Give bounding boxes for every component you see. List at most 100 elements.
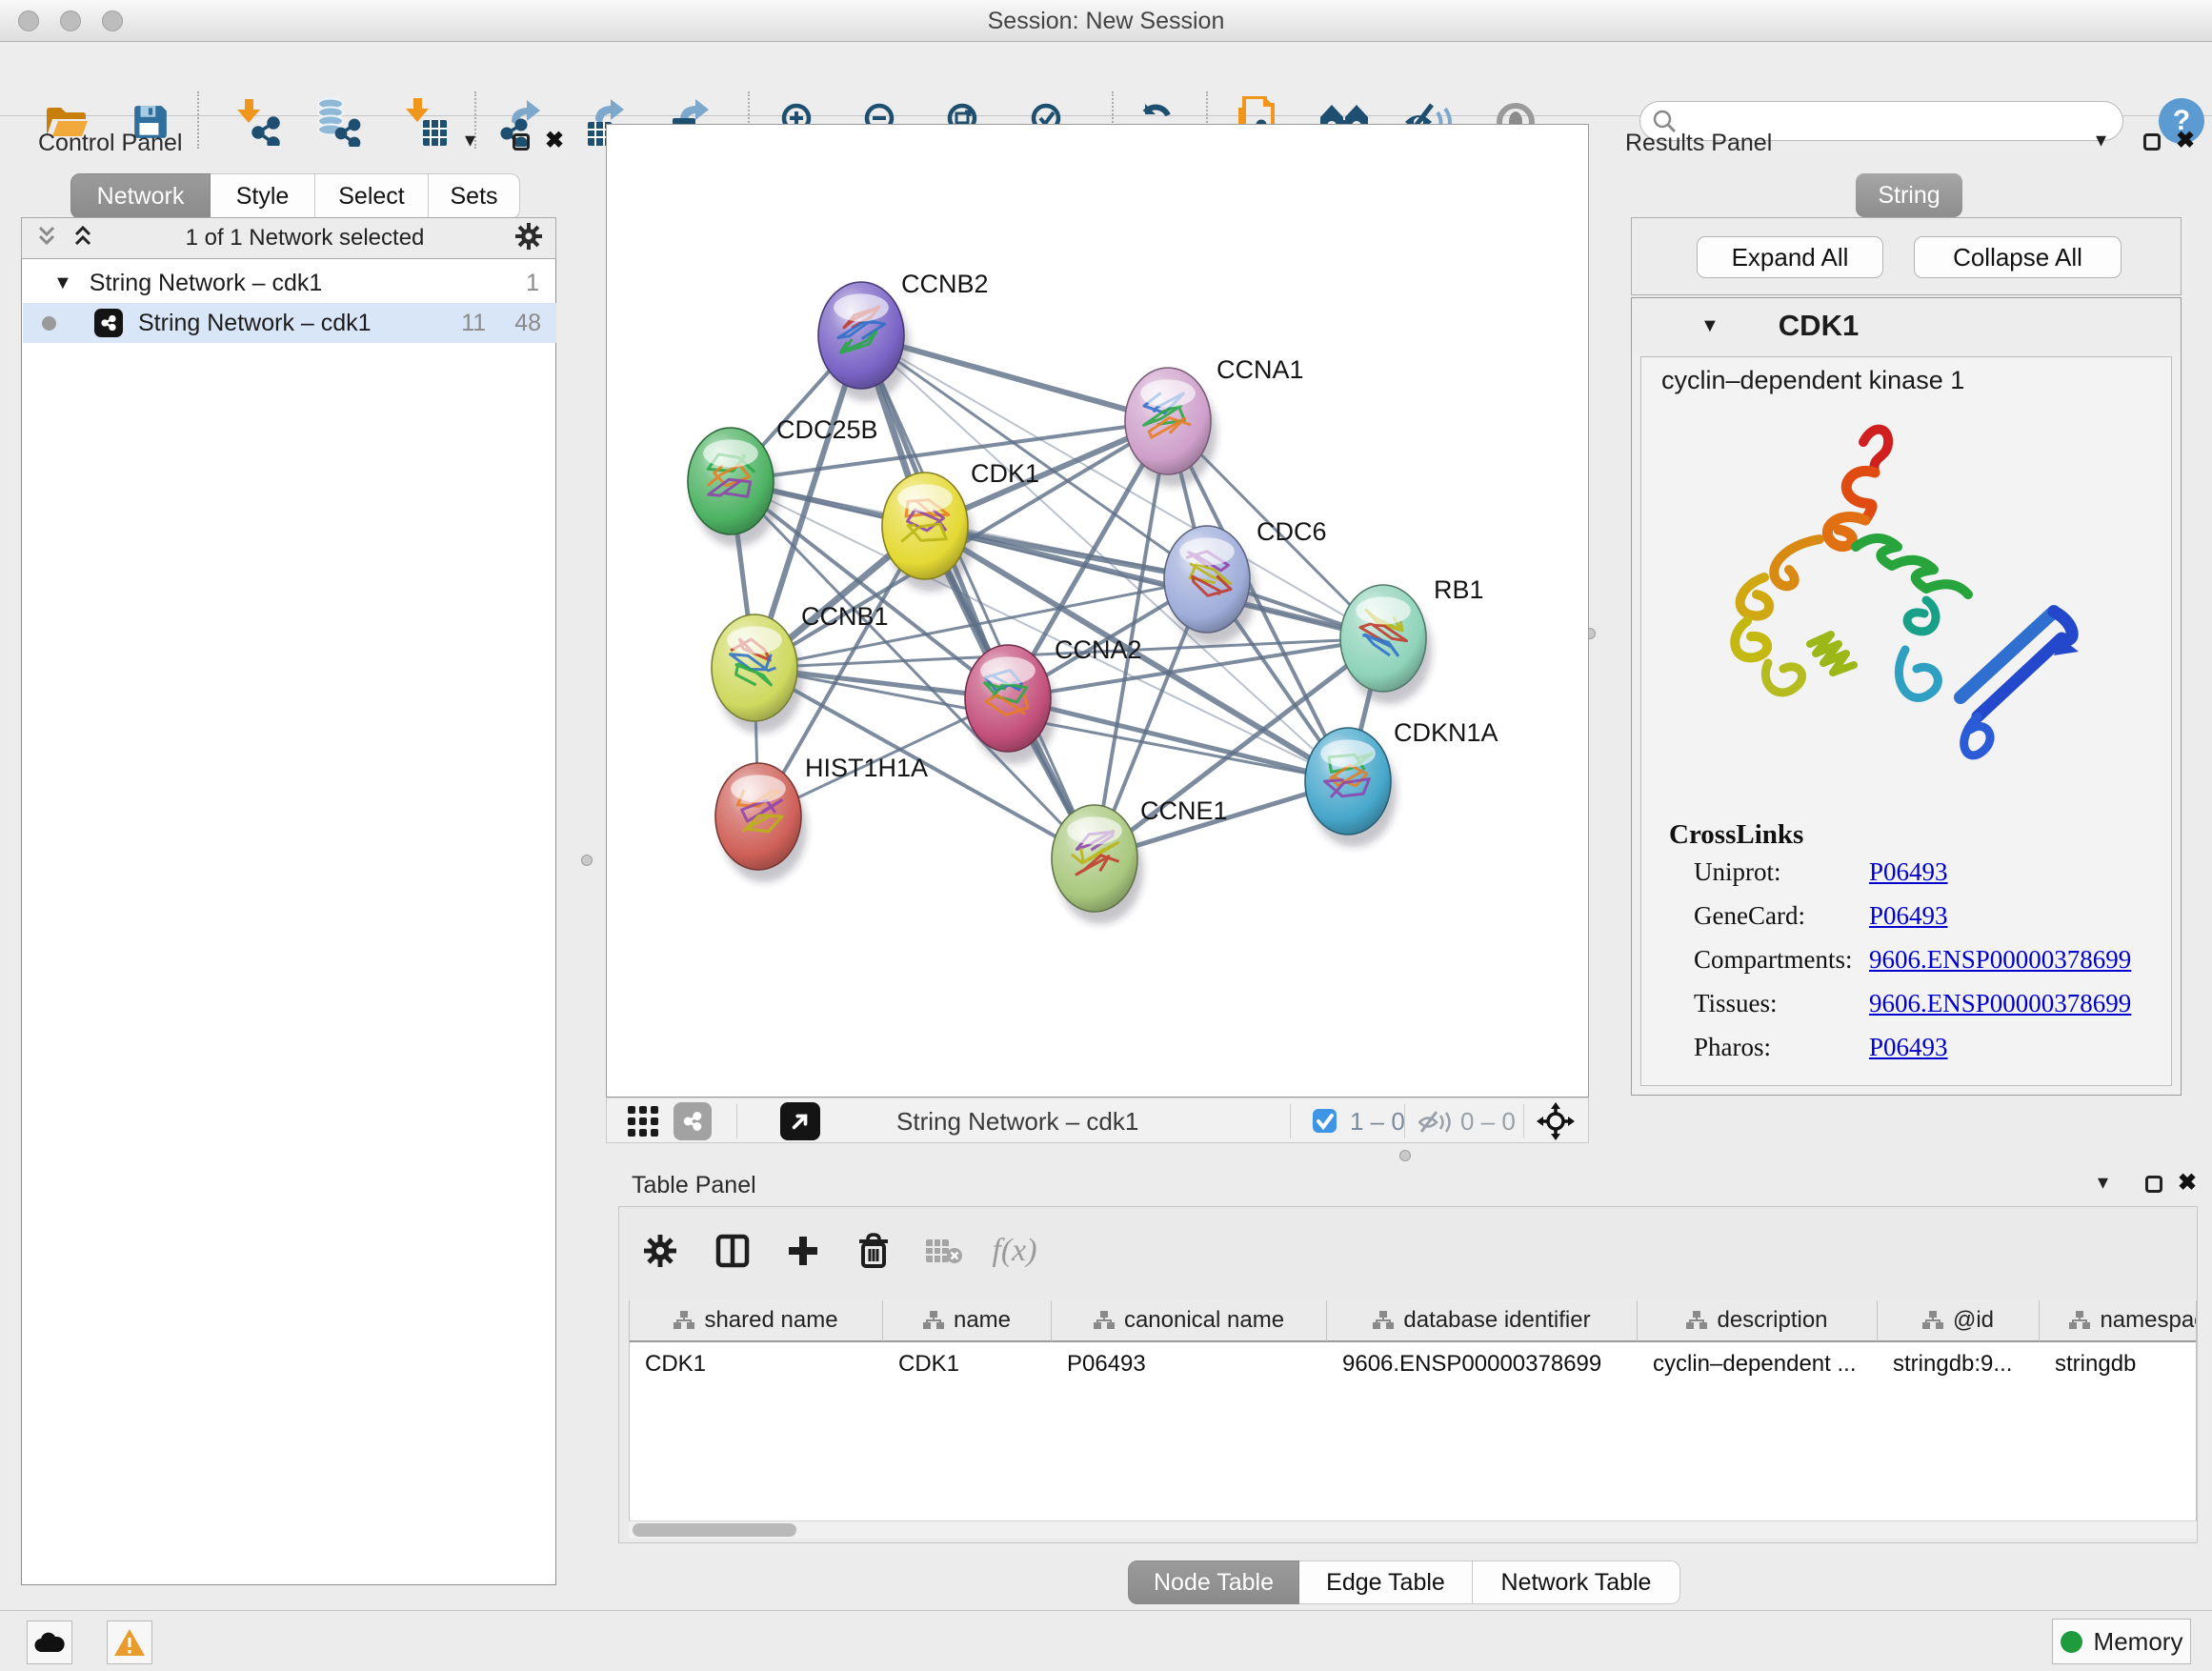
tab-node-table[interactable]: Node Table (1128, 1560, 1299, 1604)
column-header[interactable]: @id (1953, 1307, 1994, 1334)
crosslinks-title: CrossLinks (1669, 819, 1803, 851)
tab-style[interactable]: Style (211, 173, 315, 219)
bottom-splitter-handle[interactable] (1399, 1150, 1411, 1161)
open-in-window-button[interactable] (780, 1102, 820, 1140)
warnings-button[interactable] (107, 1621, 152, 1664)
show-columns-button[interactable] (709, 1227, 756, 1275)
network-birds-eye-button[interactable] (674, 1102, 712, 1140)
tab-network-table[interactable]: Network Table (1473, 1560, 1680, 1604)
function-builder-button[interactable]: f(x) (991, 1227, 1038, 1275)
table-cell[interactable]: cyclin–dependent ... (1638, 1344, 1878, 1384)
network-node-hist1h1a[interactable] (715, 763, 801, 870)
create-column-button[interactable] (779, 1227, 827, 1275)
gene-symbol: CDK1 (1779, 309, 1859, 343)
collapse-all-networks-button[interactable] (35, 225, 58, 252)
footer-separator (736, 1104, 737, 1138)
control-panel-close-button[interactable]: ✖ (545, 127, 564, 154)
gear-icon (515, 223, 542, 250)
footer-separator (1404, 1104, 1405, 1138)
network-node-cdk1[interactable] (882, 473, 968, 579)
results-tab-string[interactable]: String (1856, 173, 1962, 217)
import-network-from-database-button[interactable] (311, 95, 364, 149)
column-header[interactable]: shared name (704, 1307, 837, 1334)
crosslink-uniprot-link[interactable]: P06493 (1869, 857, 1948, 887)
node-count: 11 (461, 310, 486, 337)
left-splitter-handle[interactable] (581, 855, 593, 866)
expand-all-button[interactable]: Expand All (1697, 236, 1883, 278)
network-list-options-button[interactable] (515, 223, 542, 254)
crosslink-label: Tissues: (1694, 989, 1778, 1018)
network-node-ccna2[interactable] (965, 645, 1051, 752)
pan-mode-button[interactable] (1537, 1102, 1575, 1145)
network-node-cdkn1a[interactable] (1305, 728, 1391, 835)
column-header[interactable]: description (1717, 1307, 1827, 1334)
tab-select[interactable]: Select (315, 173, 429, 219)
float-icon (2145, 1176, 2162, 1193)
table-cell[interactable]: P06493 (1052, 1344, 1327, 1384)
table-cell[interactable]: CDK1 (883, 1344, 1052, 1384)
network-node-cdc6[interactable] (1164, 526, 1250, 633)
network-node-rb1[interactable] (1340, 585, 1426, 692)
column-header[interactable]: database identifier (1403, 1307, 1590, 1334)
crosslink-compartments-link[interactable]: 9606.ENSP00000378699 (1869, 945, 2131, 975)
network-node-cdc25b[interactable] (688, 428, 774, 534)
delete-column-button[interactable] (850, 1227, 897, 1275)
string-network-graph[interactable]: CCNB2CCNA1CDC25BCDK1CDC6RB1CCNB1CCNA2CDK… (607, 125, 1588, 1097)
crosslink-pharos-link[interactable]: P06493 (1869, 1033, 1948, 1062)
tab-sets[interactable]: Sets (429, 173, 520, 219)
main-toolbar: ? (0, 42, 2212, 116)
crosslink-label: Pharos: (1694, 1033, 1771, 1062)
tab-edge-table[interactable]: Edge Table (1299, 1560, 1473, 1604)
import-table-button[interactable] (399, 95, 452, 149)
grid-icon (628, 1106, 660, 1137)
control-panel-float-button[interactable] (513, 133, 530, 155)
column-header[interactable]: namespace (2100, 1307, 2197, 1334)
tab-network[interactable]: Network (70, 173, 211, 219)
gene-collapse-triangle-icon[interactable]: ▼ (1700, 315, 1719, 337)
network-node-ccnb1[interactable] (712, 614, 797, 721)
scrollbar-thumb[interactable] (633, 1523, 796, 1537)
control-panel-menu-caret[interactable]: ▾ (465, 128, 475, 152)
memory-status-dot (2061, 1631, 2082, 1653)
column-type-icon (1373, 1311, 1394, 1330)
table-cell[interactable]: 9606.ENSP00000378699 (1327, 1344, 1638, 1384)
table-panel-close-button[interactable]: ✖ (2178, 1169, 2197, 1197)
table-cell[interactable]: CDK1 (630, 1344, 883, 1384)
collapse-all-button[interactable]: Collapse All (1914, 236, 2122, 278)
results-panel-float-button[interactable] (2143, 133, 2161, 155)
gene-header-row[interactable]: ▼ CDK1 (1632, 298, 2181, 353)
network-node-ccna1[interactable] (1125, 368, 1211, 474)
network-node-ccne1[interactable] (1052, 805, 1137, 912)
table-cell[interactable]: stringdb (2040, 1344, 2197, 1384)
import-network-button[interactable] (231, 95, 284, 149)
results-panel-menu-caret[interactable]: ▾ (2096, 128, 2106, 152)
show-grid-button[interactable] (628, 1106, 660, 1141)
crosslink-label: Compartments: (1694, 945, 1852, 975)
collapse-triangle-icon[interactable]: ▼ (53, 272, 72, 294)
float-icon (513, 133, 530, 151)
delete-table-button[interactable] (920, 1227, 968, 1275)
table-cell[interactable]: stringdb:9... (1878, 1344, 2040, 1384)
table-options-button[interactable] (636, 1227, 684, 1275)
selected-filter-checkbox[interactable] (1312, 1108, 1337, 1138)
collection-count: 1 (526, 270, 539, 297)
table-panel-menu-caret[interactable]: ▾ (2098, 1170, 2108, 1195)
table-panel-float-button[interactable] (2145, 1176, 2162, 1198)
crosslink-genecard-link[interactable]: P06493 (1869, 901, 1948, 931)
expand-all-networks-button[interactable] (71, 225, 94, 252)
cloud-status-button[interactable] (27, 1621, 72, 1664)
hidden-filter-icon[interactable] (1418, 1110, 1451, 1139)
network-row-selected[interactable]: String Network – cdk1 11 48 (23, 303, 556, 343)
network-node-ccnb2[interactable] (818, 282, 904, 389)
network-collection-row[interactable]: ▼ String Network – cdk1 1 (23, 263, 556, 303)
footer-separator (1290, 1104, 1291, 1138)
results-panel-close-button[interactable]: ✖ (2176, 127, 2195, 154)
memory-button[interactable]: Memory (2052, 1619, 2191, 1664)
share-icon (682, 1111, 703, 1132)
import-database-icon (312, 97, 362, 147)
table-horizontal-scrollbar[interactable] (629, 1520, 2197, 1539)
crosslink-tissues-link[interactable]: 9606.ENSP00000378699 (1869, 989, 2131, 1018)
column-header[interactable]: name (954, 1307, 1011, 1334)
column-header[interactable]: canonical name (1124, 1307, 1284, 1334)
network-canvas[interactable]: CCNB2CCNA1CDC25BCDK1CDC6RB1CCNB1CCNA2CDK… (606, 124, 1589, 1097)
